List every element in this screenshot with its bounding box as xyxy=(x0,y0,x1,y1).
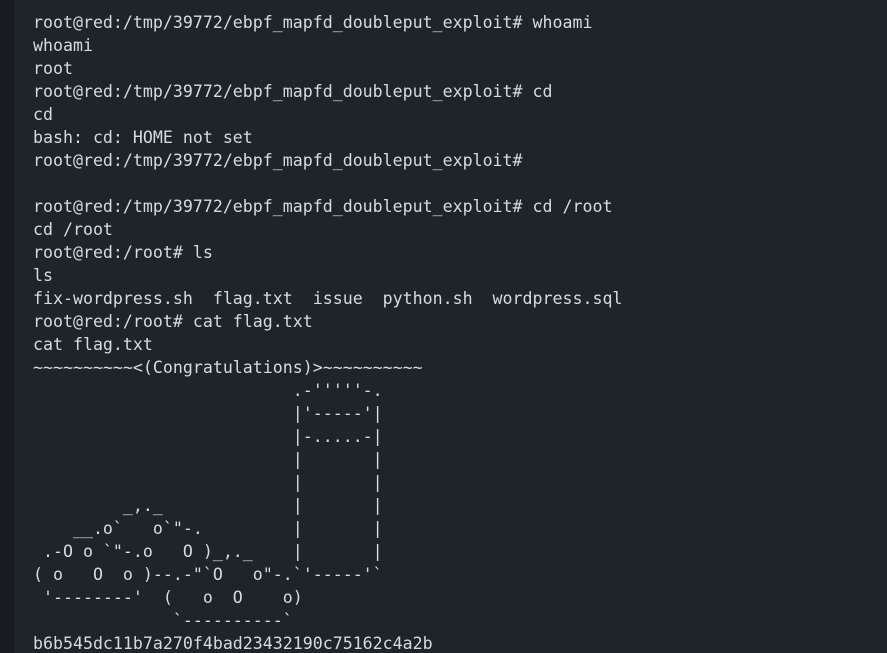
terminal-output-line: b6b545dc11b7a270f4bad23432190c75162c4a2b xyxy=(33,634,433,653)
shell-command: whoami xyxy=(522,13,593,32)
terminal-line-partial xyxy=(33,0,622,11)
terminal-output-line: fix-wordpress.sh flag.txt issue python.s… xyxy=(33,289,623,308)
terminal-output-line: '--------' ( o O o) xyxy=(33,588,303,607)
shell-command: ls xyxy=(182,243,213,262)
terminal-output[interactable]: root@red:/tmp/39772/ebpf_mapfd_doubleput… xyxy=(33,0,622,653)
shell-prompt: root@red:/tmp/39772/ebpf_mapfd_doubleput… xyxy=(33,151,523,170)
shell-prompt: root@red:/tmp/39772/ebpf_mapfd_doubleput… xyxy=(33,13,523,32)
terminal-output-line: `----------` xyxy=(33,611,293,630)
terminal-output-line: cat flag.txt xyxy=(33,335,153,354)
terminal-output-line: whoami xyxy=(33,36,93,55)
terminal-output-line: |-.....-| xyxy=(33,427,383,446)
terminal-command-line: root@red:/root# ls xyxy=(33,241,622,264)
shell-command: cd /root xyxy=(522,197,613,216)
terminal-command-line: root@red:/tmp/39772/ebpf_mapfd_doubleput… xyxy=(33,11,622,34)
shell-prompt: root@red:/root# xyxy=(33,243,183,262)
terminal-command-line: root@red:/tmp/39772/ebpf_mapfd_doubleput… xyxy=(33,80,622,103)
shell-prompt: root@red:/tmp/39772/ebpf_mapfd_doubleput… xyxy=(33,197,523,216)
shell-command: cd xyxy=(522,82,553,101)
terminal-output-line: .-'''''-. xyxy=(33,381,383,400)
terminal-command-line: root@red:/root# cat flag.txt xyxy=(33,310,622,333)
terminal-output-line: root xyxy=(33,59,73,78)
terminal-window[interactable]: root@red:/tmp/39772/ebpf_mapfd_doubleput… xyxy=(0,0,887,653)
terminal-output-line: | | xyxy=(33,473,383,492)
terminal-command-line: root@red:/tmp/39772/ebpf_mapfd_doubleput… xyxy=(33,195,622,218)
terminal-command-line: root@red:/tmp/39772/ebpf_mapfd_doubleput… xyxy=(33,149,622,172)
shell-command: cat flag.txt xyxy=(182,312,313,331)
terminal-output-line: cd /root xyxy=(33,220,113,239)
terminal-output-line: .-O o `"-.o O )_,._ | | xyxy=(33,542,383,561)
terminal-output-line: |'-----'| xyxy=(33,404,383,423)
terminal-output-line: cd xyxy=(33,105,53,124)
terminal-output-line: ~~~~~~~~~~<(Congratulations)>~~~~~~~~~~ xyxy=(33,358,423,377)
terminal-output-line: bash: cd: HOME not set xyxy=(33,128,253,147)
terminal-output-line: _,._ | | xyxy=(33,496,383,515)
terminal-output-line xyxy=(33,172,622,195)
shell-prompt: root@red:/root# xyxy=(33,312,183,331)
terminal-output-line: ( o O o )--.-"`O o"-.`'-----'` xyxy=(33,565,383,584)
terminal-gutter xyxy=(0,0,14,653)
terminal-output-line: __.o` o`"-. | | xyxy=(33,519,383,538)
terminal-output-line: ls xyxy=(33,266,53,285)
shell-prompt: root@red:/tmp/39772/ebpf_mapfd_doubleput… xyxy=(33,82,523,101)
terminal-output-line: | | xyxy=(33,450,383,469)
